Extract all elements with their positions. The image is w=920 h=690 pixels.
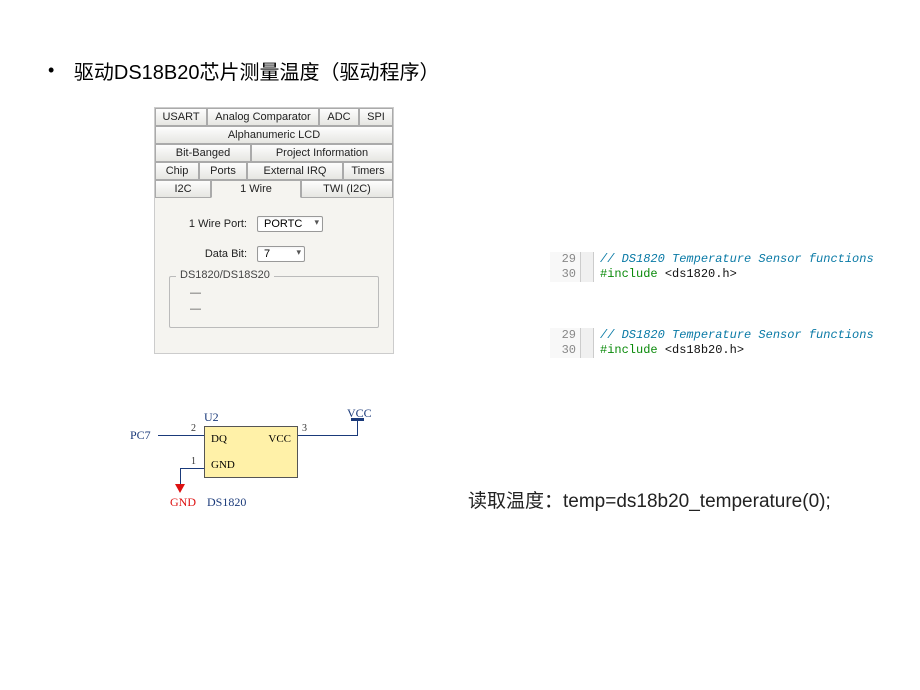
code-include: #include	[600, 267, 658, 281]
groupbox-ds1820: DS1820/DS18S20 — —	[169, 276, 379, 328]
codewizard-panel: USART Analog Comparator ADC SPI Alphanum…	[154, 107, 394, 354]
tab-twi-i2c[interactable]: TWI (I2C)	[301, 180, 393, 198]
tab-row-3: Bit-Banged Project Information	[155, 144, 393, 162]
code1-row29: 29 // DS1820 Temperature Sensor function…	[550, 252, 874, 267]
label-pc7: PC7	[130, 428, 151, 443]
tab-row-5: I2C 1 Wire TWI (I2C)	[155, 180, 393, 198]
code-comment: // DS1820 Temperature Sensor functions	[600, 252, 874, 266]
code-comment: // DS1820 Temperature Sensor functions	[600, 328, 874, 342]
code-line: #include <ds1820.h>	[594, 267, 737, 282]
tab-row-2: Alphanumeric LCD	[155, 126, 393, 144]
pinnum-1: 1	[191, 456, 196, 467]
code-snippet-ds1820: 29 // DS1820 Temperature Sensor function…	[550, 252, 874, 282]
tab-timers[interactable]: Timers	[343, 162, 393, 180]
pinnum-2: 2	[191, 423, 196, 434]
tab-ports[interactable]: Ports	[199, 162, 247, 180]
tab-usart[interactable]: USART	[155, 108, 207, 126]
code-line: // DS1820 Temperature Sensor functions	[594, 328, 874, 343]
label-part: DS1820	[207, 495, 246, 510]
label-data-bit: Data Bit:	[169, 248, 247, 260]
select-data-bit[interactable]: 7	[257, 246, 305, 262]
bullet-dot: •	[48, 60, 54, 81]
tab-chip[interactable]: Chip	[155, 162, 199, 180]
tab-row-1: USART Analog Comparator ADC SPI	[155, 108, 393, 126]
wire-vcc-v	[357, 420, 358, 436]
code-line: #include <ds18b20.h>	[594, 343, 744, 358]
slide-bullet-line: • 驱动DS18B20芯片测量温度（驱动程序）	[48, 56, 440, 85]
linenumber: 29	[550, 252, 581, 267]
tab-analog-comparator[interactable]: Analog Comparator	[207, 108, 319, 126]
tab-row-4: Chip Ports External IRQ Timers	[155, 162, 393, 180]
linenumber: 29	[550, 328, 581, 343]
wire-gnd-h	[180, 468, 204, 469]
label-u2: U2	[204, 410, 219, 425]
tab-spi[interactable]: SPI	[359, 108, 393, 126]
code-file: <ds18b20.h>	[665, 343, 744, 357]
field-1wire-port: 1 Wire Port: PORTC	[169, 216, 379, 232]
gnd-icon	[175, 484, 185, 493]
tab-alphanumeric-lcd[interactable]: Alphanumeric LCD	[155, 126, 393, 144]
gutter	[581, 267, 594, 282]
tab-i2c[interactable]: I2C	[155, 180, 211, 198]
select-1wire-port[interactable]: PORTC	[257, 216, 323, 232]
code-line: // DS1820 Temperature Sensor functions	[594, 252, 874, 267]
code2-row30: 30 #include <ds18b20.h>	[550, 343, 874, 358]
groupbox-line-1: —	[180, 285, 368, 301]
panel-body: 1 Wire Port: PORTC Data Bit: 7 DS1820/DS…	[155, 198, 393, 336]
code2-row29: 29 // DS1820 Temperature Sensor function…	[550, 328, 874, 343]
tab-1wire[interactable]: 1 Wire	[211, 180, 301, 198]
wire-dq	[158, 435, 204, 436]
code-include: #include	[600, 343, 658, 357]
pin-label-vcc: VCC	[268, 433, 291, 445]
read-temp-text: 读取温度：temp=ds18b20_temperature(0);	[468, 486, 831, 513]
code-snippet-ds18b20: 29 // DS1820 Temperature Sensor function…	[550, 328, 874, 358]
vcc-bar-icon	[351, 418, 364, 421]
label-1wire-port: 1 Wire Port:	[169, 218, 247, 230]
tab-external-irq[interactable]: External IRQ	[247, 162, 343, 180]
groupbox-title: DS1820/DS18S20	[176, 269, 274, 281]
linenumber: 30	[550, 343, 581, 358]
pin-label-gnd: GND	[211, 459, 235, 471]
field-data-bit: Data Bit: 7	[169, 246, 379, 262]
linenumber: 30	[550, 267, 581, 282]
groupbox-line-2: —	[180, 301, 368, 317]
pin-label-dq: DQ	[211, 433, 227, 445]
gutter	[581, 328, 594, 343]
pinnum-3: 3	[302, 423, 307, 434]
tab-project-information[interactable]: Project Information	[251, 144, 393, 162]
code-file: <ds1820.h>	[665, 267, 737, 281]
schematic-ds1820: DQ VCC GND U2 PC7 VCC GND DS1820 2 1 3	[100, 402, 380, 517]
chip-body: DQ VCC GND	[204, 426, 298, 478]
tab-bit-banged[interactable]: Bit-Banged	[155, 144, 251, 162]
label-gnd: GND	[170, 495, 196, 510]
gutter	[581, 343, 594, 358]
bullet-text: 驱动DS18B20芯片测量温度（驱动程序）	[74, 56, 440, 85]
tab-adc[interactable]: ADC	[319, 108, 359, 126]
wire-gnd-v	[180, 468, 181, 484]
gutter	[581, 252, 594, 267]
code1-row30: 30 #include <ds1820.h>	[550, 267, 874, 282]
wire-vcc-h	[298, 435, 358, 436]
